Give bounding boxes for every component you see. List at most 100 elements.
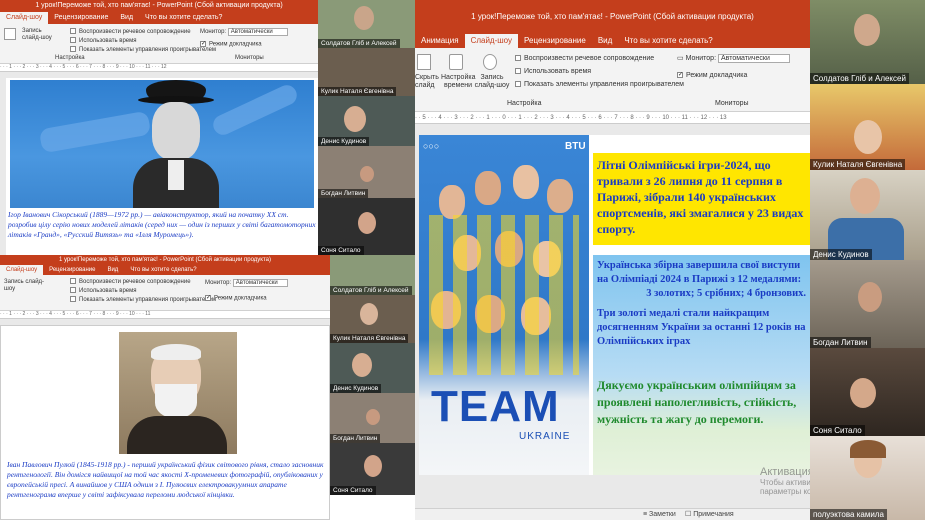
ribbon: Скрыть слайд Настройка времени Запись сл… <box>415 48 810 112</box>
athletes-group <box>429 155 579 375</box>
group-setup: Настройка <box>507 100 542 107</box>
slide-olympics: ○○○ BTU TEAM UKRAINE Літні Олімпійські і… <box>419 135 810 475</box>
record-icon[interactable] <box>4 28 16 40</box>
monitor-icon: ▭ <box>677 55 684 62</box>
checkbox-narration[interactable]: Воспроизвести речевое сопровождение <box>515 52 684 65</box>
checkbox-timings[interactable]: Использовать время <box>515 65 684 78</box>
participant-tile[interactable]: Богдан Литвин <box>810 260 925 348</box>
rehearse-icon[interactable] <box>449 54 463 70</box>
participant-tile[interactable]: Кулик Наталя Євгенівна <box>810 84 925 170</box>
checkbox-presenter[interactable]: Режим докладчика <box>200 41 262 48</box>
ribbon: Запись слайд-шоу Воспроизвести речевое с… <box>0 24 318 64</box>
portrait-puluj <box>119 332 237 454</box>
team-ukraine-photo: ○○○ BTU TEAM UKRAINE <box>419 135 589 475</box>
window-bottom-left: 1 урок!Переможе той, хто пам'ятає! - Pow… <box>0 255 330 520</box>
text-olympics-medals: Українська збірна завершила свої виступи… <box>593 255 810 475</box>
tab-view[interactable]: Вид <box>592 34 618 48</box>
participant-tile[interactable]: Соня Ситало <box>810 348 925 436</box>
record-button[interactable]: Запись слайд-шоу <box>4 279 54 293</box>
tab-slideshow[interactable]: Слайд-шоу <box>0 265 44 275</box>
ribbon-tabs: Слайд-шоу Рецензирование Вид Что вы хоти… <box>0 12 318 24</box>
tab-review[interactable]: Рецензирование <box>518 34 592 48</box>
ruler: · · 5 · · · 4 · · · 3 · · · 2 · · · 1 · … <box>415 112 810 124</box>
checkbox-presenter[interactable]: Режим докладчика <box>677 72 747 79</box>
participants-strip-right: Солдатов Гліб и Алексей Кулик Наталя Євг… <box>810 0 925 520</box>
comments-button[interactable]: ☐ Примечания <box>685 509 734 521</box>
group-monitors: Мониторы <box>235 55 264 61</box>
participant-tile[interactable]: полуэктова камила <box>810 436 925 520</box>
text-olympics-intro: Літні Олімпійські ігри-2024, що тривали … <box>593 153 810 245</box>
tab-view[interactable]: Вид <box>101 265 124 275</box>
slide-photo <box>10 80 314 208</box>
status-bar: ≡ Заметки ☐ Примечания <box>415 508 810 520</box>
participant-tile[interactable]: Денис Кудинов <box>330 343 415 393</box>
participant-tile[interactable]: Солдатов Гліб и Алексей <box>318 0 415 48</box>
rehearse-button[interactable]: Настройка времени <box>441 74 475 90</box>
notes-button[interactable]: ≡ Заметки <box>643 509 676 521</box>
window-title: 1 урок!Переможе той, хто пам'ятає! - Pow… <box>0 0 318 12</box>
tab-slideshow[interactable]: Слайд-шоу <box>0 12 49 24</box>
participant-tile[interactable]: Богдан Литвин <box>330 393 415 443</box>
slide-puluj: Іван Павлович Пулюй (1845-1918 рр.) - пе… <box>0 325 330 520</box>
checkbox-narration[interactable]: Воспроизвести речевое сопровождение <box>70 28 216 37</box>
ruler: · · · 1 · · · 2 · · · 3 · · · 4 · · · 5 … <box>0 64 318 72</box>
window-title: 1 урок!Переможе той, хто пам'ятає! - Pow… <box>0 255 330 265</box>
tell-me-search[interactable]: Что вы хотите сделать? <box>618 34 718 48</box>
slide-paragraph-2b: 3 золотих; 5 срібних; 4 бронзових. <box>646 288 806 299</box>
checkbox-media-controls[interactable]: Показать элементы управления проигрывате… <box>515 78 684 91</box>
participant-tile[interactable]: Кулик Наталя Євгенівна <box>330 295 415 343</box>
checkbox-media-controls[interactable]: Показать элементы управления проигрывате… <box>70 46 216 55</box>
slide-paragraph-2: Українська збірна завершила свої виступи… <box>597 260 802 285</box>
tab-animation[interactable]: Анимация <box>415 34 465 48</box>
tab-review[interactable]: Рецензирование <box>43 265 101 275</box>
monitor-select[interactable]: Автоматически <box>717 54 790 63</box>
window-title: 1 урок!Переможе той, хто пам'ятає! - Pow… <box>415 0 810 34</box>
tell-me-search[interactable]: Что вы хотите сделать? <box>124 265 202 275</box>
slide-paragraph-1: Літні Олімпійські ігри-2024, що тривали … <box>597 158 804 236</box>
ribbon-tabs: Анимация Слайд-шоу Рецензирование Вид Чт… <box>415 34 810 48</box>
participant-tile[interactable]: Денис Кудинов <box>810 170 925 260</box>
slide-caption: Ігор Іванович Сікорський (1889—1972 рр.)… <box>6 210 318 255</box>
slide-paragraph-4: Дякуємо українським олімпійцям за проявл… <box>597 378 797 426</box>
tab-slideshow[interactable]: Слайд-шоу <box>464 34 519 48</box>
ukraine-logo-text: UKRAINE <box>519 431 571 442</box>
airplane-shape <box>209 81 301 139</box>
participants-strip-bottom: Солдатов Гліб и Алексей Кулик Наталя Євг… <box>330 255 415 495</box>
participant-tile[interactable]: Денис Кудинов <box>318 96 415 146</box>
btu-logo: BTU <box>565 141 586 152</box>
record-button[interactable]: Запись слайд-шоу <box>473 74 511 90</box>
monitor-label: Монитор: <box>200 29 227 35</box>
checkbox-timings[interactable]: Использовать время <box>70 37 216 46</box>
monitor-select[interactable]: Автоматически <box>227 28 288 36</box>
ribbon: Запись слайд-шоу Воспроизвести речевое с… <box>0 275 330 311</box>
checkbox-presenter[interactable]: Режим докладчика <box>205 295 267 302</box>
hide-slide-icon[interactable] <box>417 54 431 70</box>
monitor-select[interactable]: Автоматически <box>232 279 288 287</box>
tab-view[interactable]: Вид <box>114 12 139 24</box>
participant-tile[interactable]: Кулик Наталя Євгенівна <box>318 48 415 96</box>
checkbox-timings[interactable]: Использовать время <box>70 287 216 296</box>
ruler: · · · 1 · · · 2 · · · 3 · · · 4 · · · 5 … <box>0 311 330 319</box>
record-icon[interactable] <box>483 54 497 70</box>
checkbox-narration[interactable]: Воспроизвести речевое сопровождение <box>70 278 216 287</box>
ribbon-tabs: Слайд-шоу Рецензирование Вид Что вы хоти… <box>0 265 330 275</box>
hide-slide-button[interactable]: Скрыть слайд <box>415 74 439 90</box>
olympic-rings-icon: ○○○ <box>423 141 440 151</box>
slide-sikorsky: Ігор Іванович Сікорський (1889—1972 рр.)… <box>6 78 318 255</box>
checkbox-media-controls[interactable]: Показать элементы управления проигрывате… <box>70 296 216 305</box>
participant-tile[interactable]: Богдан Литвин <box>318 146 415 198</box>
tell-me-search[interactable]: Что вы хотите сделать? <box>139 12 228 24</box>
participant-tile[interactable]: Соня Ситало <box>318 198 415 255</box>
tab-review[interactable]: Рецензирование <box>48 12 114 24</box>
group-setup: Настройка <box>55 55 85 61</box>
participant-tile[interactable]: Солдатов Гліб и Алексей <box>810 0 925 84</box>
participants-strip-top: Солдатов Гліб и Алексей Кулик Наталя Євг… <box>318 0 415 255</box>
monitor-label: Монитор: <box>205 280 232 286</box>
participant-tile[interactable]: Соня Ситало <box>330 443 415 495</box>
participant-tile[interactable]: Солдатов Гліб и Алексей <box>330 255 415 295</box>
team-logo-text: TEAM <box>431 382 560 431</box>
slide-caption: Іван Павлович Пулюй (1845-1918 рр.) - пе… <box>7 460 324 499</box>
portrait-sikorsky <box>128 80 223 208</box>
record-button[interactable]: Запись слайд-шоу <box>22 28 62 42</box>
monitor-label: Монитор: <box>685 55 717 62</box>
